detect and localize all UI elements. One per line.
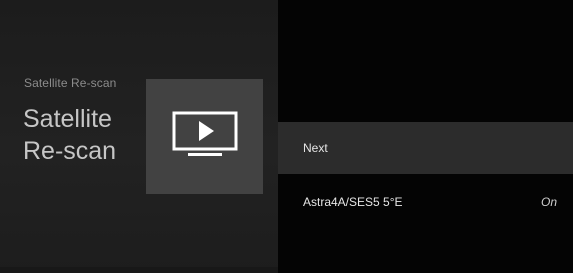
menu-item-value: On: [540, 195, 557, 209]
menu-item-label: Next: [303, 141, 328, 155]
menu-item-satellite[interactable]: Astra4A/SES5 5°E On: [278, 177, 573, 227]
left-panel: Satellite Re-scan Satellite Re-scan: [0, 0, 278, 273]
menu-item-label: Astra4A/SES5 5°E: [303, 195, 403, 209]
page-title-line-2: Re-scan: [23, 137, 117, 165]
page-title: Satellite Re-scan: [23, 103, 116, 167]
breadcrumb: Satellite Re-scan: [24, 76, 117, 90]
menu-panel: Next Astra4A/SES5 5°E On: [278, 0, 573, 273]
menu-item-next[interactable]: Next: [278, 122, 573, 174]
feature-tile: [146, 79, 263, 194]
tv-play-icon: [172, 111, 238, 156]
page-title-line-1: Satellite: [23, 105, 112, 133]
